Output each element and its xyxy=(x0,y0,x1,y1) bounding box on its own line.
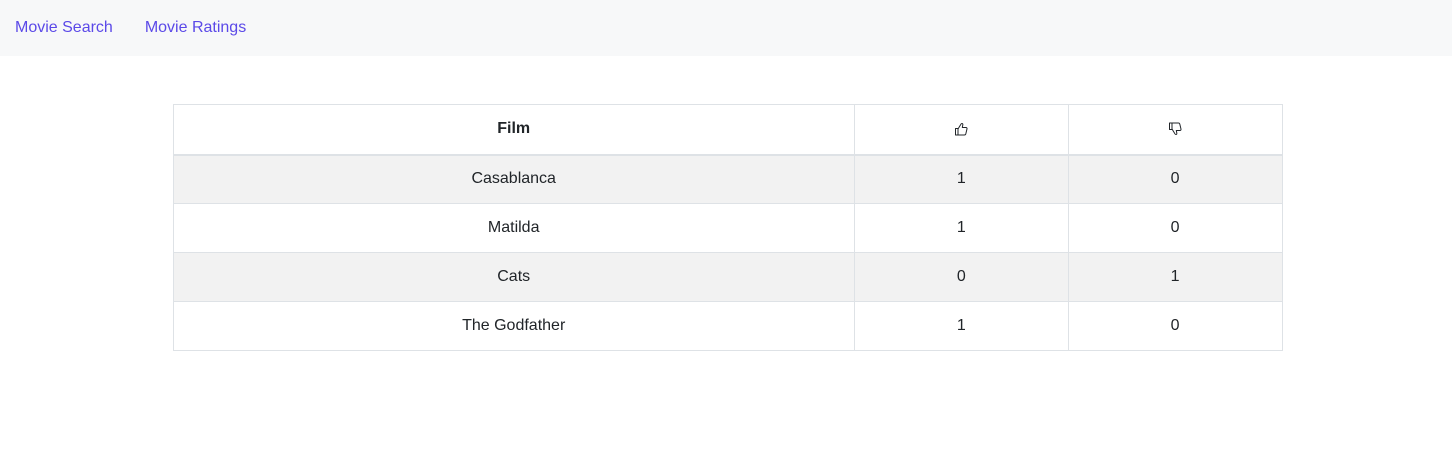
top-navbar: Movie Search Movie Ratings xyxy=(0,0,1452,56)
header-row: Film xyxy=(172,104,1283,156)
nav-link-movie-ratings[interactable]: Movie Ratings xyxy=(145,19,246,37)
film-cell: The Godfather xyxy=(172,301,855,351)
table-row: The Godfather 1 0 xyxy=(172,301,1283,351)
thumbs-down-count: 0 xyxy=(1067,203,1283,253)
nav-link-movie-search[interactable]: Movie Search xyxy=(15,19,113,37)
thumbs-down-count: 1 xyxy=(1067,252,1283,302)
table-row: Casablanca 1 0 xyxy=(172,154,1283,204)
thumbs-down-icon xyxy=(1167,121,1183,137)
ratings-table: Film Casablanca 1 0 Matilda 1 0 Cats 0 1… xyxy=(172,104,1283,351)
header-thumbs-down xyxy=(1067,104,1283,156)
table-body: Casablanca 1 0 Matilda 1 0 Cats 0 1 The … xyxy=(172,154,1283,351)
thumbs-up-count: 1 xyxy=(853,154,1069,204)
film-cell: Casablanca xyxy=(172,154,855,204)
thumbs-up-count: 1 xyxy=(853,203,1069,253)
header-film: Film xyxy=(172,104,855,156)
film-cell: Matilda xyxy=(172,203,855,253)
table-header: Film xyxy=(172,104,1283,156)
thumbs-down-count: 0 xyxy=(1067,154,1283,204)
table-row: Matilda 1 0 xyxy=(172,203,1283,253)
thumbs-up-count: 0 xyxy=(853,252,1069,302)
main-content: Film Casablanca 1 0 Matilda 1 0 Cats 0 1… xyxy=(0,56,1452,351)
thumbs-up-count: 1 xyxy=(853,301,1069,351)
thumbs-down-count: 0 xyxy=(1067,301,1283,351)
film-cell: Cats xyxy=(172,252,855,302)
header-thumbs-up xyxy=(853,104,1069,156)
table-row: Cats 0 1 xyxy=(172,252,1283,302)
thumbs-up-icon xyxy=(953,121,969,137)
